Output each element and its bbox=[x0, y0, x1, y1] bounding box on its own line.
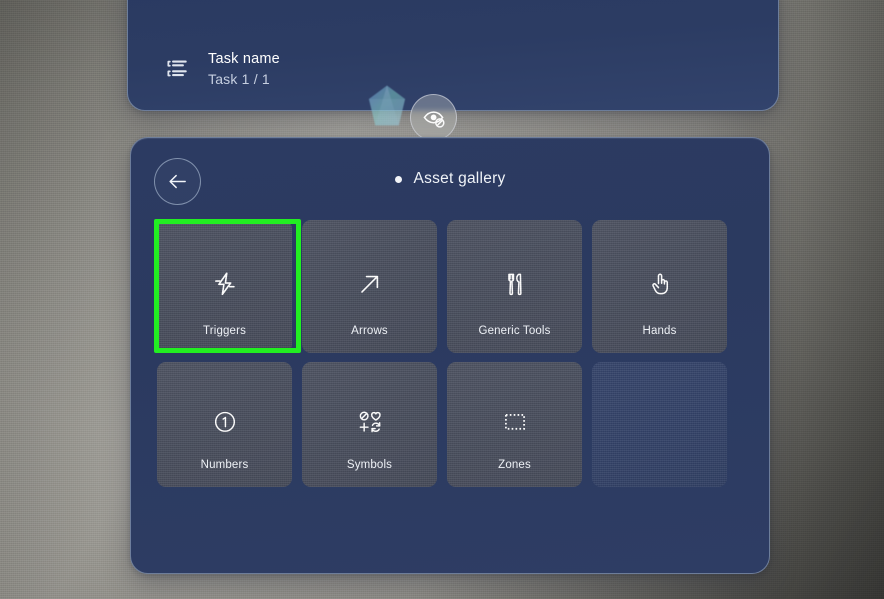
eye-off-icon bbox=[422, 106, 446, 130]
tile-label: Zones bbox=[498, 459, 531, 471]
asset-category-grid: Triggers Arrows Generic Tools Hands Numb… bbox=[157, 220, 745, 487]
pointing-hand-icon bbox=[647, 270, 673, 296]
tile-numbers[interactable]: Numbers bbox=[157, 362, 292, 487]
tile-label: Numbers bbox=[200, 459, 249, 471]
gallery-header: Asset gallery bbox=[131, 138, 769, 214]
status-dot bbox=[394, 175, 402, 183]
tools-icon bbox=[502, 270, 528, 296]
asset-gallery-panel: Asset gallery Triggers Arrows Generic To… bbox=[130, 137, 770, 574]
lightning-bolt-icon bbox=[212, 270, 238, 296]
task-panel[interactable]: Task name Task 1 / 1 bbox=[127, 0, 779, 111]
page-title: Asset gallery bbox=[413, 170, 506, 187]
symbols-grid-icon bbox=[357, 408, 383, 434]
tile-triggers[interactable]: Triggers bbox=[157, 220, 292, 353]
tile-empty-placeholder bbox=[592, 362, 727, 487]
tile-zones[interactable]: Zones bbox=[447, 362, 582, 487]
tile-label: Arrows bbox=[351, 325, 388, 337]
gallery-title-group: Asset gallery bbox=[131, 170, 769, 188]
task-count-label: Task 1 / 1 bbox=[208, 70, 270, 87]
task-text-group: Task name Task 1 / 1 bbox=[208, 51, 280, 87]
scene-root: Task name Task 1 / 1 Asset gallery Trigg… bbox=[0, 0, 884, 599]
tile-hands[interactable]: Hands bbox=[592, 220, 727, 353]
tile-arrows[interactable]: Arrows bbox=[302, 220, 437, 353]
tile-label: Generic Tools bbox=[478, 325, 551, 337]
tile-generic-tools[interactable]: Generic Tools bbox=[447, 220, 582, 353]
tile-label: Hands bbox=[642, 325, 677, 337]
task-name-label: Task name bbox=[208, 51, 280, 68]
dashed-square-icon bbox=[502, 408, 528, 434]
tile-label: Symbols bbox=[346, 459, 393, 471]
task-panel-content: Task name Task 1 / 1 bbox=[128, 34, 778, 104]
task-list-icon bbox=[164, 56, 190, 82]
tile-symbols[interactable]: Symbols bbox=[302, 362, 437, 487]
tile-label: Triggers bbox=[203, 325, 246, 337]
circled-one-icon bbox=[212, 408, 238, 434]
hide-panel-button[interactable] bbox=[410, 94, 457, 141]
arrow-up-right-icon bbox=[357, 270, 383, 296]
